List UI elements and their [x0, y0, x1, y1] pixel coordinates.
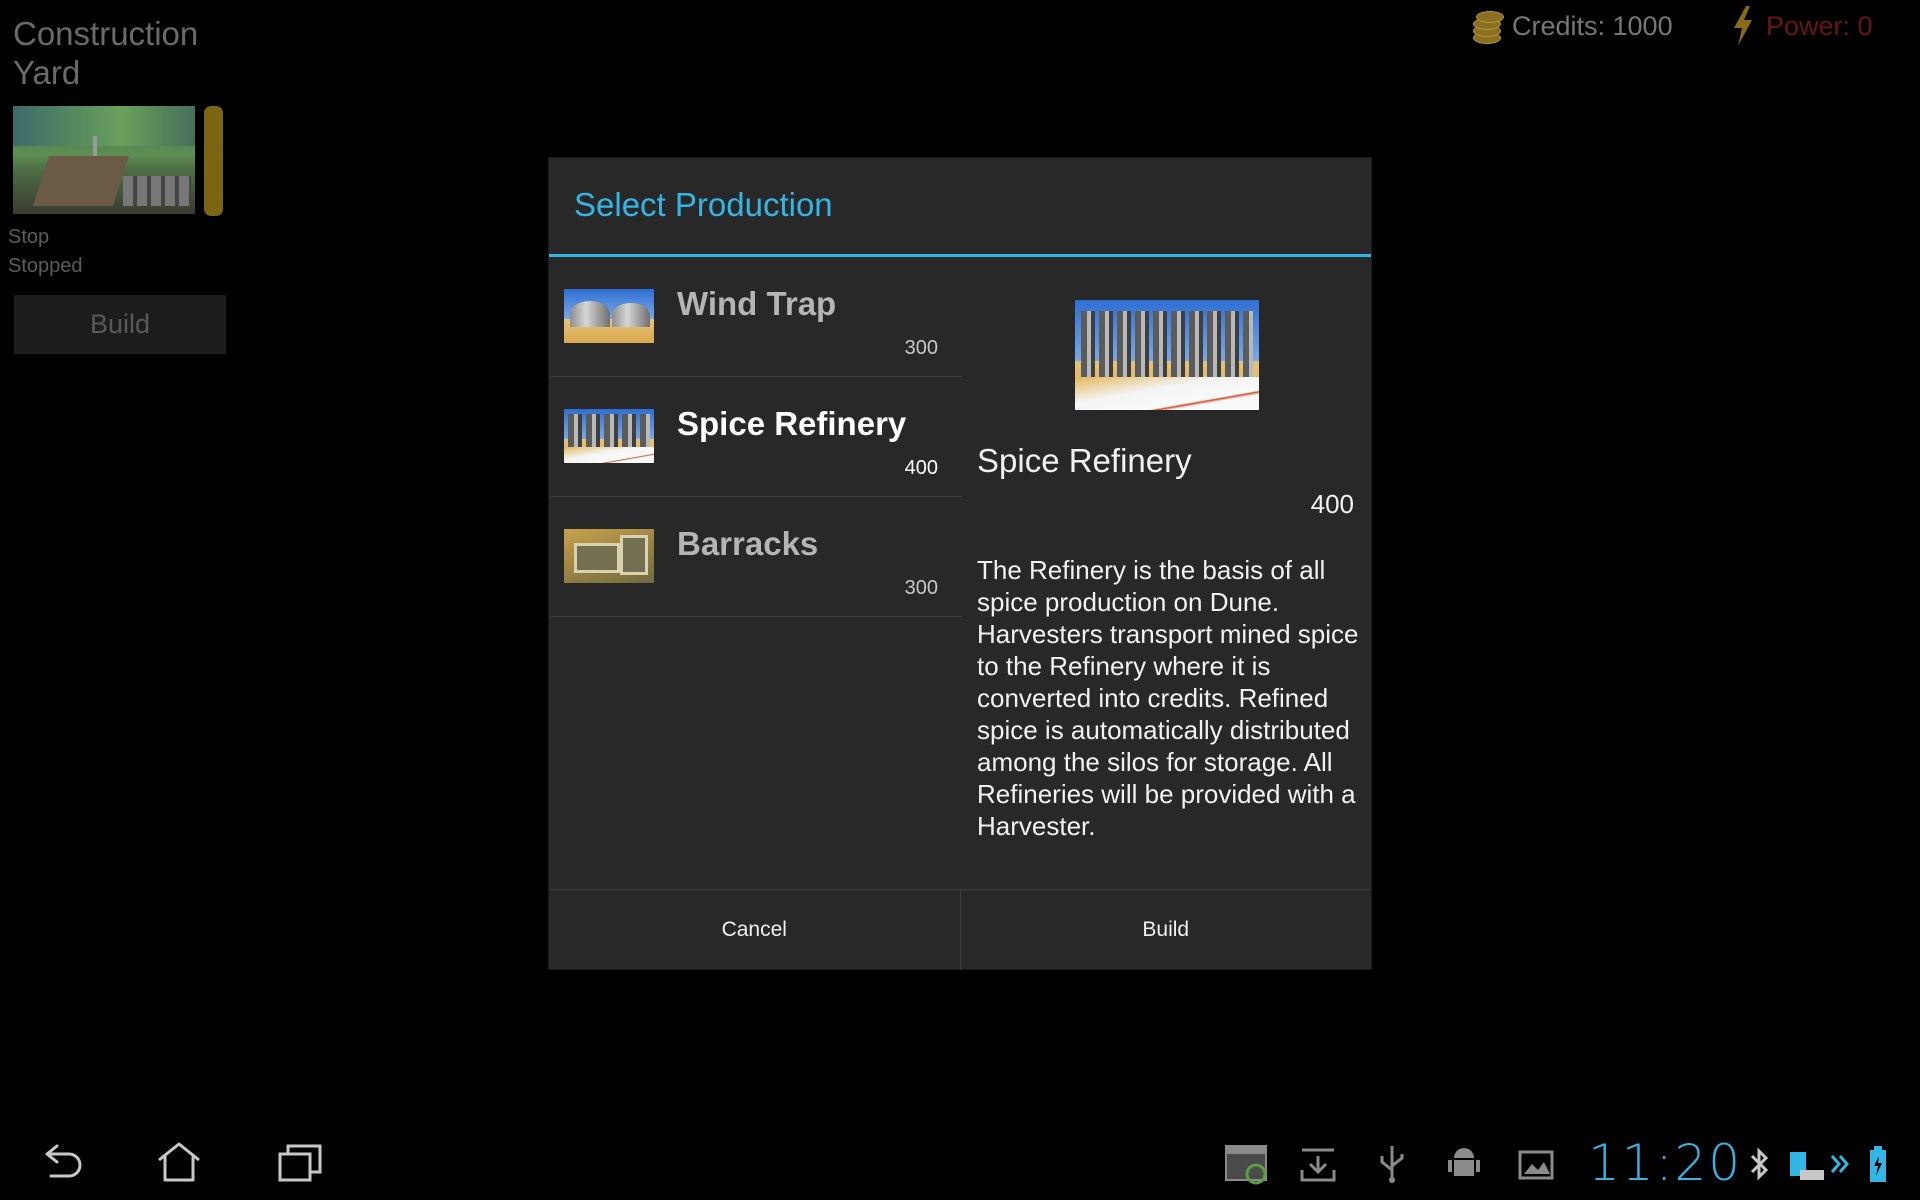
android-debug-icon[interactable] [1444, 1144, 1484, 1184]
build-button[interactable]: Build [959, 890, 1372, 970]
cancel-button[interactable]: Cancel [549, 890, 960, 970]
detail-description: The Refinery is the basis of all spice p… [977, 555, 1359, 841]
item-name: Spice Refinery [677, 405, 907, 442]
structure-status-state: Stopped [8, 255, 83, 277]
select-production-dialog: Select Production Wind Trap 300 Spice Re… [549, 158, 1371, 970]
usb-icon[interactable] [1372, 1144, 1412, 1184]
game-screen: Construction Yard Stop Stopped Build Cre… [0, 0, 1920, 1200]
side-build-button[interactable]: Build [14, 295, 226, 354]
item-cost: 300 [904, 577, 938, 599]
production-list: Wind Trap 300 Spice Refinery 400 Barrack… [549, 257, 962, 617]
item-cost: 400 [904, 457, 938, 479]
list-item-spice-refinery[interactable]: Spice Refinery 400 [549, 377, 962, 497]
detail-name: Spice Refinery [977, 442, 1192, 479]
bluetooth-icon [1750, 1147, 1769, 1181]
detail-cost: 400 [1310, 489, 1354, 519]
structure-title: Construction Yard [13, 15, 199, 91]
power-label: Power: 0 [1766, 10, 1873, 41]
dialog-title: Select Production [574, 186, 833, 223]
spice-refinery-image [1075, 300, 1259, 410]
barracks-thumbnail [564, 529, 654, 583]
list-item-wind-trap[interactable]: Wind Trap 300 [549, 257, 962, 377]
back-icon[interactable] [37, 1140, 85, 1184]
clock[interactable]: 11:20 [1588, 1134, 1742, 1192]
production-progress-bar [204, 106, 223, 216]
item-name: Wind Trap [677, 285, 837, 322]
power-display: Power: 0 [1730, 6, 1873, 46]
screenshot-icon[interactable] [1516, 1144, 1556, 1184]
wind-trap-thumbnail [564, 289, 654, 343]
download-icon[interactable] [1298, 1144, 1338, 1184]
spice-refinery-thumbnail [564, 409, 654, 463]
expand-chevron-icon[interactable] [1830, 1144, 1850, 1184]
item-cost: 300 [904, 337, 938, 359]
item-name: Barracks [677, 525, 819, 562]
recent-apps-icon[interactable] [276, 1140, 324, 1184]
game-notification-icon[interactable] [1224, 1142, 1268, 1186]
coins-icon [1468, 8, 1504, 44]
construction-yard-thumbnail[interactable] [13, 106, 195, 214]
keyboard-dock-icon [1790, 1152, 1824, 1180]
credits-label: Credits: 1000 [1512, 10, 1673, 41]
structure-status-action: Stop [8, 226, 50, 248]
lightning-bolt-icon [1734, 6, 1752, 46]
list-item-barracks[interactable]: Barracks 300 [549, 497, 962, 617]
home-icon[interactable] [155, 1140, 203, 1184]
structure-panel: Construction Yard Stop Stopped Build [0, 0, 240, 400]
dialog-button-bar: Cancel Build [549, 889, 1371, 970]
battery-charging-icon [1870, 1146, 1886, 1182]
credits-display: Credits: 1000 [1468, 6, 1673, 46]
